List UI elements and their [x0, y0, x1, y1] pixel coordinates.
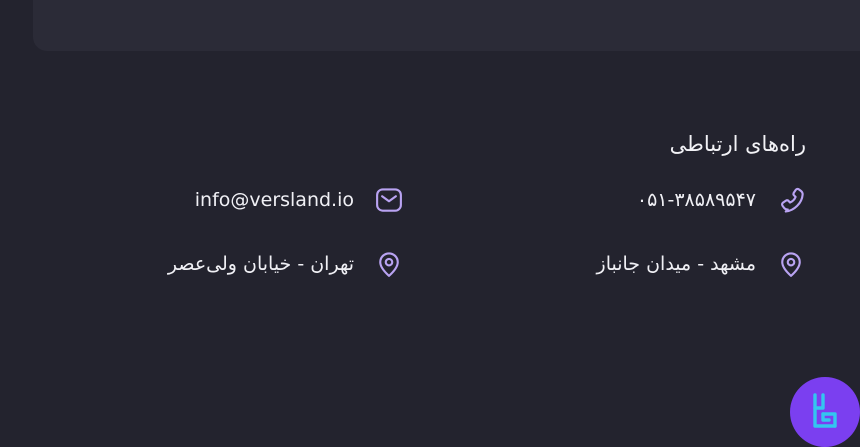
brand-logo-button[interactable]	[790, 377, 860, 447]
email-address: info@versland.io	[194, 189, 354, 211]
contact-phone[interactable]: ۰۵۱-۳۸۵۸۹۵۴۷	[637, 185, 806, 215]
contact-address-mashhad[interactable]: مشهد - میدان جانباز	[597, 249, 806, 279]
address-tehran: تهران - خیابان ولی‌عصر	[167, 253, 354, 275]
contact-email[interactable]: info@versland.io	[195, 185, 404, 215]
phone-icon	[776, 185, 806, 215]
map-pin-icon	[776, 249, 806, 279]
map-pin-icon	[374, 249, 404, 279]
phone-number: ۰۵۱-۳۸۵۸۹۵۴۷	[636, 189, 756, 211]
top-card-panel	[33, 0, 860, 51]
address-mashhad: مشهد - میدان جانباز	[596, 253, 756, 275]
envelope-icon	[374, 185, 404, 215]
contact-section-title: راه‌های ارتباطی	[669, 132, 806, 156]
brand-logo-icon	[803, 390, 847, 434]
contact-address-tehran[interactable]: تهران - خیابان ولی‌عصر	[168, 249, 404, 279]
